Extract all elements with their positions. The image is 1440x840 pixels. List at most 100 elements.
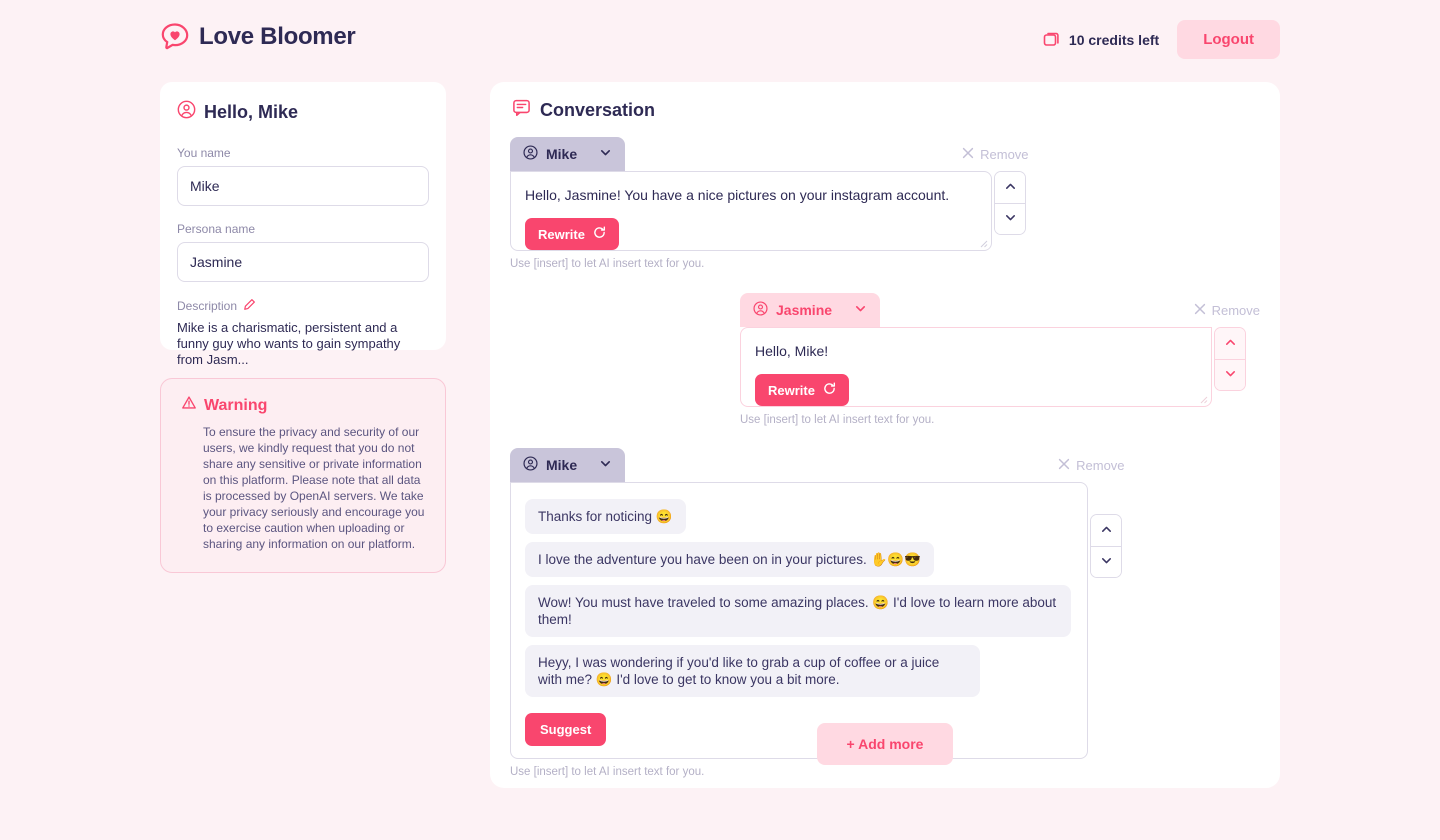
move-message-up-button[interactable] [1091,515,1121,546]
insert-hint: Use [insert] to let AI insert text for y… [510,766,705,778]
message-reorder-controls [1090,514,1122,578]
move-message-down-button[interactable] [995,203,1025,234]
chevron-down-icon [1224,367,1237,383]
speaker-name: Mike [546,457,578,473]
remove-label: Remove [1211,302,1260,318]
app-header: Love Bloomer 10 credits left Logout [0,0,1440,80]
rewrite-button[interactable]: Rewrite [525,218,619,250]
warning-title: Warning [204,396,268,414]
message-tab-row: Mike Remove [510,137,1044,171]
refresh-icon [593,226,606,242]
description-label: Description [177,299,238,313]
message-editor-row: Thanks for noticing 😄 I love the adventu… [510,482,1140,759]
remove-message-button[interactable]: Remove [1194,303,1260,318]
logout-button[interactable]: Logout [1177,20,1280,59]
remove-label: Remove [1076,457,1125,473]
message-text: Hello, Mike! [755,343,829,359]
message-block: Mike Remove Hello, Jasmine! You have a n… [510,137,1044,270]
user-circle-icon [523,145,538,163]
chevron-down-icon[interactable] [599,146,612,162]
message-editor-row: Hello, Mike! Rewrite [740,327,1260,407]
chevron-down-icon [1004,211,1017,227]
user-circle-icon [523,456,538,474]
sidebar: Hello, Mike You name Persona name Descri… [160,82,446,573]
warning-header: Warning [181,395,425,416]
resize-grip[interactable] [978,238,988,248]
you-name-input[interactable] [177,166,429,206]
chevron-down-icon[interactable] [854,302,867,318]
suggestions-panel[interactable]: Thanks for noticing 😄 I love the adventu… [510,482,1088,759]
speaker-tab-jasmine[interactable]: Jasmine [740,293,881,327]
speaker-tab-mike[interactable]: Mike [510,137,626,171]
speaker-name: Mike [546,146,578,162]
remove-label: Remove [980,146,1029,162]
user-circle-icon [177,100,196,124]
you-name-field-group: You name [177,146,429,206]
conversation-panel: Conversation Mike Remove Hello, Jasmine!… [490,82,1280,788]
close-x-icon [1194,303,1206,318]
move-message-up-button[interactable] [1215,328,1245,359]
heart-speech-bubble-icon [160,22,190,52]
rewrite-button[interactable]: Rewrite [755,374,849,406]
list-item[interactable]: Wow! You must have traveled to some amaz… [525,585,1071,637]
message-block: Jasmine Remove Hello, Mike! Rewrite Use … [740,293,1260,426]
description-field-group: Description Mike is a charismatic, persi… [177,298,429,368]
list-item[interactable]: Heyy, I was wondering if you'd like to g… [525,645,980,697]
add-more-button[interactable]: + Add more [816,723,954,765]
speaker-name: Jasmine [776,302,833,318]
warning-card: Warning To ensure the privacy and securi… [160,378,446,573]
message-text: Hello, Jasmine! You have a nice pictures… [525,187,950,203]
brand: Love Bloomer [160,22,356,52]
list-item[interactable]: I love the adventure you have been on in… [525,542,934,577]
credits-indicator: 10 credits left [1042,31,1159,49]
header-actions: 10 credits left Logout [1042,20,1280,59]
conversation-header: Conversation [490,82,1280,122]
persona-name-input[interactable] [177,242,429,282]
remove-message-button[interactable]: Remove [1058,457,1125,473]
brand-name: Love Bloomer [199,23,356,50]
user-circle-icon [753,301,768,319]
remove-message-button[interactable]: Remove [962,146,1029,162]
page-title: Hello, Mike [204,101,299,122]
message-reorder-controls [994,171,1026,235]
persona-name-field-group: Persona name [177,222,429,282]
chevron-down-icon [1100,554,1113,570]
message-textarea[interactable]: Hello, Jasmine! You have a nice pictures… [510,171,992,251]
refresh-icon [823,382,836,398]
message-textarea[interactable]: Hello, Mike! Rewrite [740,327,1212,407]
list-item[interactable]: Thanks for noticing 😄 [525,499,686,534]
chevron-down-icon[interactable] [599,457,612,473]
description-value: Mike is a charismatic, persistent and a … [177,320,401,367]
rewrite-label: Rewrite [538,226,585,242]
add-more-wrapper: + Add more [490,723,1280,765]
description-label-row: Description [177,298,429,314]
chevron-up-icon [1100,523,1113,539]
rewrite-label: Rewrite [768,382,815,398]
speaker-tab-mike[interactable]: Mike [510,448,626,482]
move-message-down-button[interactable] [1091,546,1121,577]
message-tab-row: Mike Remove [510,448,1140,482]
insert-hint: Use [insert] to let AI insert text for y… [510,258,705,270]
move-message-down-button[interactable] [1215,359,1245,390]
credits-text: 10 credits left [1068,31,1160,48]
close-x-icon [962,147,974,162]
pencil-icon[interactable] [243,298,256,314]
persona-name-label: Persona name [177,222,256,236]
close-x-icon [1058,458,1070,473]
profile-card-title: Hello, Mike [177,100,429,124]
chevron-up-icon [1004,180,1017,196]
resize-grip[interactable] [1198,394,1208,404]
message-reorder-controls [1214,327,1246,391]
chevron-up-icon [1224,336,1237,352]
suggestion-chips: Thanks for noticing 😄 I love the adventu… [525,499,1071,697]
insert-hint: Use [insert] to let AI insert text for y… [740,414,935,426]
message-editor-row: Hello, Jasmine! You have a nice pictures… [510,171,1044,251]
warning-body: To ensure the privacy and security of ou… [203,425,425,551]
move-message-up-button[interactable] [995,172,1025,203]
credits-card-icon [1042,31,1060,49]
alert-triangle-icon [181,395,197,416]
chat-bubble-icon [512,98,531,122]
you-name-label: You name [177,146,231,160]
conversation-title: Conversation [540,99,656,120]
message-tab-row: Jasmine Remove [740,293,1260,327]
